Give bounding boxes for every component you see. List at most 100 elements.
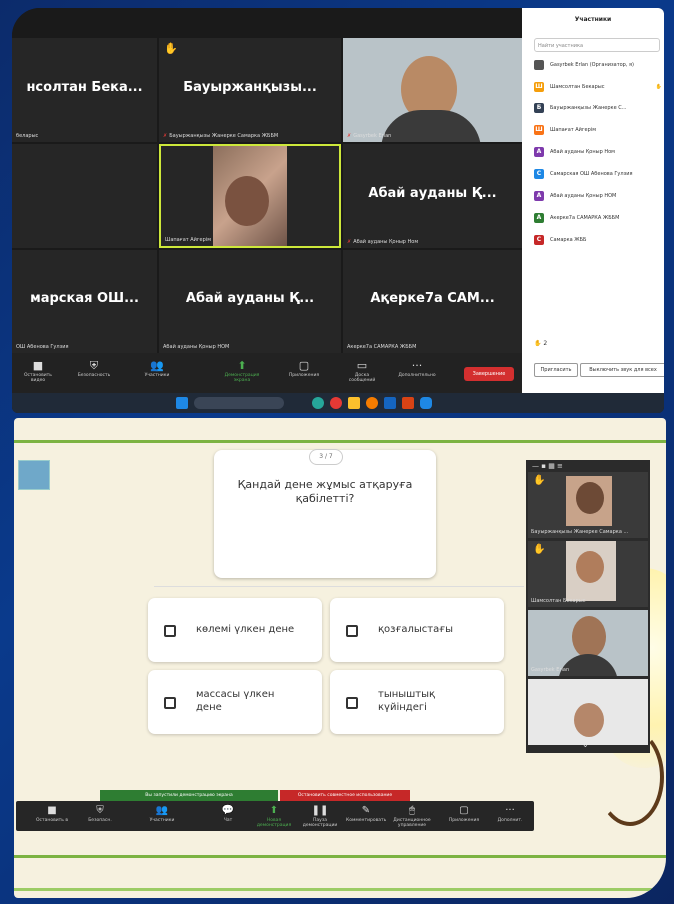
participant-row[interactable]: С Самарская ОШ Абенова Гулзия [534, 167, 664, 181]
quiz-screen-share: 3 / 7 Қандай дене жұмыс атқаруға қабілет… [14, 418, 666, 898]
edge-icon[interactable] [312, 397, 324, 409]
question-card: 3 / 7 Қандай дене жұмыс атқаруға қабілет… [214, 449, 436, 578]
thumbnail-image [18, 460, 50, 490]
tile-caption: Абай ауданы Қоныр Ном [353, 239, 419, 245]
answer-option[interactable]: массасы үлкен дене [148, 670, 322, 734]
raised-hand-icon: ✋ [164, 42, 178, 55]
video-tile[interactable]: Ақерке7а САМ... Акерке7а САМАРКА ЖББМ [343, 250, 522, 353]
mute-all-button[interactable]: Выключить звук для всех [580, 363, 664, 377]
video-tile[interactable]: нсолтан Бека... беларыс [12, 38, 157, 142]
video-thumbnail[interactable]: ✋ Шамсолтан Бекарыс [528, 541, 648, 607]
video-tile[interactable]: ✗ Gasyrbek Erlan [343, 38, 522, 142]
end-meeting-button[interactable]: Завершение [464, 367, 514, 381]
video-tile[interactable] [12, 144, 157, 248]
tile-caption: Gasyrbek Erlan [353, 133, 392, 139]
chat-icon: 💬 [221, 805, 235, 816]
participant-row[interactable]: Gasyrbek Erlan (Организатор, я) [534, 58, 664, 72]
meeting-toolbar: ■ Остановить видео ⛨ Безопасность 👥 Участни… [12, 353, 522, 393]
folder-icon[interactable] [348, 397, 360, 409]
annotate-button[interactable]: ✎ Комментировать [346, 805, 386, 823]
participant-name: Ақерке7а САМ... [370, 291, 495, 307]
video-tile[interactable]: ✋ Бауыржанқызы... ✗ Бауыржанқызы Жанерке … [159, 38, 341, 142]
video-tile[interactable]: марская ОШ... ОШ Абенова Гулзия [12, 250, 157, 353]
stop-video-button[interactable]: ■ Остановить видео [18, 359, 58, 383]
share-screen-button[interactable]: ⬆ Демонстрация экрана [222, 359, 262, 383]
participant-video [225, 176, 269, 226]
zoom-icon[interactable] [420, 397, 432, 409]
video-thumbnail[interactable]: ✋ Бауыржанқызы Жанерке Самарка ... [528, 472, 648, 538]
more-button[interactable]: ··· Дополнительно [397, 359, 437, 378]
participant-row[interactable]: А Абай ауданы Қоныр Ном [534, 145, 664, 159]
muted-mic-icon: ✗ [163, 133, 168, 139]
stop-video-button[interactable]: ■ Остановить в [32, 805, 72, 823]
word-icon[interactable] [384, 397, 396, 409]
option-label: массасы үлкен дене [196, 689, 275, 713]
tile-caption: Gasyrbek Erlan [531, 667, 570, 673]
avatar: С [534, 234, 544, 245]
pause-share-button[interactable]: ❚❚ Пауза демонстрации [300, 805, 340, 828]
share-icon: ⬆ [237, 359, 247, 372]
security-button[interactable]: ⛨ Безопасн. [80, 805, 120, 823]
avatar: Б [534, 102, 544, 113]
participant-name: Бауыржанқызы... [183, 79, 317, 95]
chat-button[interactable]: 💬 Чат [208, 805, 248, 823]
question-counter: 3 / 7 [309, 449, 343, 465]
answer-option[interactable]: көлемі үлкен дене [148, 598, 322, 662]
tile-caption: Абай ауданы Қоныр НОМ [163, 344, 230, 350]
search-participant-input[interactable]: Найти участника [534, 38, 660, 52]
zoom-meeting-window: нсолтан Бека... беларыс ✋ Бауыржанқызы..… [12, 8, 664, 413]
answer-option[interactable]: қозғалыстағы [330, 598, 504, 662]
participant-row[interactable]: Б Бауыржанқызы Жанерке С... [534, 101, 664, 115]
security-button[interactable]: ⛨ Безопасность [74, 359, 114, 378]
raised-hand-icon: ✋ [533, 475, 546, 486]
apps-button[interactable]: ▢ Приложения [284, 359, 324, 378]
participant-name: нсолтан Бека... [26, 79, 143, 95]
invite-button[interactable]: Пригласить [534, 363, 578, 377]
video-tile-active[interactable]: Шапағат Айгерім [159, 144, 341, 248]
video-thumbnail-panel: — ▪ ▦ ≡ ✋ Бауыржанқызы Жанерке Самарка .… [526, 460, 650, 753]
sharing-status-banner: Вы запустили демонстрацию экрана [100, 790, 278, 801]
participant-row[interactable]: Ш Шапағат Айгерім [534, 123, 664, 137]
pen-icon: ✎ [361, 805, 371, 816]
app-icon[interactable] [366, 397, 378, 409]
participant-name: Абай ауданы Қ... [185, 291, 315, 307]
participant-row[interactable]: А Абай ауданы Қоныр НОМ [534, 189, 664, 203]
video-tile[interactable]: Абай ауданы Қ... ✗ Абай ауданы Қоныр Ном [343, 144, 522, 248]
participant-row[interactable]: Ш Шамсолтан Бекарыс ✋ [534, 80, 664, 94]
tile-caption: ОШ Абенова Гулзия [16, 344, 69, 350]
participants-button[interactable]: 👥 Участники [142, 805, 182, 823]
avatar: Ш [534, 81, 544, 92]
more-button[interactable]: ··· Дополнит. [490, 805, 530, 823]
apps-button[interactable]: ▢ Приложения [444, 805, 484, 823]
video-tile[interactable]: Абай ауданы Қ... Абай ауданы Қоныр НОМ [159, 250, 341, 353]
stop-share-button[interactable]: Остановить совместное использование [280, 790, 410, 801]
panel-title: Участники [574, 16, 612, 23]
taskbar-search[interactable] [194, 397, 284, 409]
avatar: Ш [534, 124, 544, 135]
participant-name: Абай ауданы Қ... [368, 185, 497, 201]
participant-video [576, 551, 604, 583]
share-toolbar: ■ Остановить в ⛨ Безопасн. 👥 Участники 💬 Чат… [16, 801, 534, 831]
answer-option[interactable]: тыныштық күйіндегі [330, 670, 504, 734]
participant-row[interactable]: С Самарка ЖББ [534, 233, 664, 247]
checkbox-icon [164, 625, 176, 637]
raised-hand-icon: ✋ [655, 84, 662, 90]
start-icon[interactable] [176, 397, 188, 409]
new-share-button[interactable]: ⬆ Новая демонстрация [254, 805, 294, 828]
participants-panel: Участники Найти участника Gasyrbek Erlan… [522, 8, 664, 393]
option-label: тыныштық күйіндегі [378, 689, 436, 713]
chevron-down-icon[interactable]: ⌄ [582, 740, 589, 749]
remote-control-button[interactable]: 🖱 Дистанционное управление [392, 805, 432, 828]
tile-caption: Бауыржанқызы Жанерке Самарка ЖББМ [169, 133, 279, 139]
raised-hand-icon: ✋ [534, 340, 542, 347]
view-controls[interactable]: — ▪ ▦ ≡ [532, 462, 563, 470]
video-thumbnail[interactable] [528, 679, 648, 745]
participants-button[interactable]: 👥 Участники [137, 359, 177, 378]
powerpoint-icon[interactable] [402, 397, 414, 409]
participant-video [572, 616, 606, 658]
chrome-icon[interactable] [330, 397, 342, 409]
participant-row[interactable]: А Акерке7а САМАРКА ЖББМ [534, 211, 664, 225]
tile-caption: Шамсолтан Бекарыс [531, 598, 586, 604]
whiteboard-button[interactable]: ▭ Доска сообщений [342, 359, 382, 383]
video-thumbnail[interactable]: Gasyrbek Erlan [528, 610, 648, 676]
